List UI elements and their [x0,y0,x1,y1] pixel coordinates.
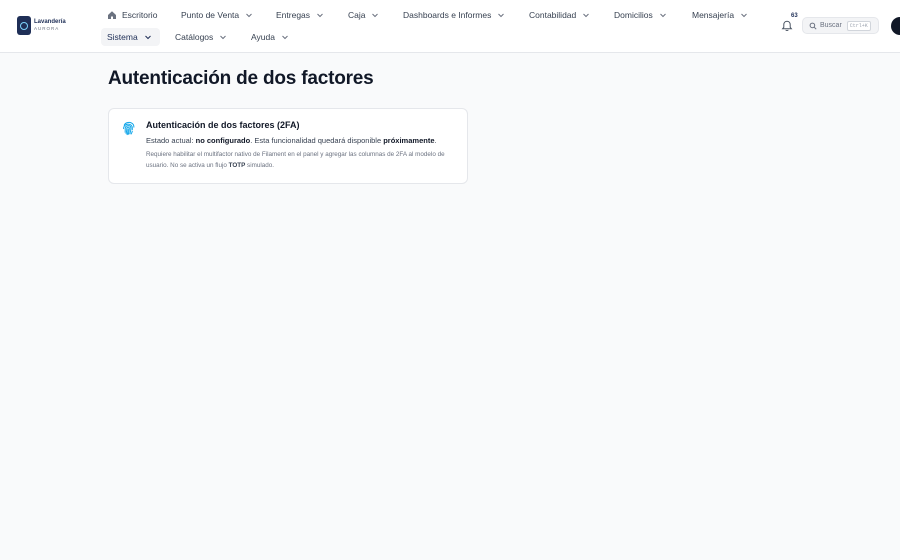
user-avatar[interactable] [891,17,900,35]
nav-item-catalogos[interactable]: Catálogos [175,28,227,46]
nav-label-ayuda: Ayuda [251,32,275,42]
page-title: Autenticación de dos factores [108,68,374,89]
search-icon [809,22,817,30]
chevron-down-icon [282,35,288,40]
brand-logo[interactable]: Lavandería AURORA [17,16,66,35]
nav-label-catalogos: Catálogos [175,32,214,42]
chevron-down-icon [317,13,323,18]
nav-label-dashboards: Dashboards e Informes [403,10,492,20]
nav-item-punto-de-venta[interactable]: Punto de Venta [181,6,253,24]
top-navigation-bar: Lavandería AURORA Escritorio Punto de Ve… [0,0,900,53]
status-text: Estado actual: no configurado. Esta func… [146,136,437,145]
nav-item-sistema[interactable]: Sistema [101,28,160,46]
nav-item-ayuda[interactable]: Ayuda [251,28,289,46]
status-end: . [434,136,437,145]
nav-label-punto-de-venta: Punto de Venta [181,10,240,20]
nav-label-entregas: Entregas [276,10,311,20]
nav-item-dashboards[interactable]: Dashboards e Informes [403,6,505,24]
nav-item-domicilios[interactable]: Domicilios [614,6,667,24]
logo-mark-icon [17,16,31,35]
two-factor-card: Autenticación de dos factores (2FA) Esta… [108,108,468,184]
nav-label-domicilios: Domicilios [614,10,653,20]
nav-item-entregas[interactable]: Entregas [276,6,324,24]
nav-item-caja[interactable]: Caja [348,6,379,24]
chevron-down-icon [372,13,379,18]
search-shortcut: Ctrl+K [846,20,871,31]
chevron-down-icon [498,13,505,18]
home-icon [108,11,116,19]
status-prefix: Estado actual: [146,136,196,145]
nav-label-caja: Caja [348,10,366,20]
chevron-down-icon [583,13,590,18]
chevron-down-icon [144,35,151,40]
nav-label-mensajeria: Mensajería [692,10,735,20]
note-end: simulado. [245,161,274,169]
chevron-down-icon [741,13,747,18]
chevron-down-icon [246,13,252,18]
help-note: Requiere habilitar el multifactor nativo… [146,150,458,171]
notification-badge: 63 [791,13,798,19]
brand-name: Lavandería [34,19,66,26]
status-value: no configurado [195,136,251,145]
chevron-down-icon [220,35,227,40]
nav-label-escritorio: Escritorio [122,10,158,20]
nav-item-mensajeria[interactable]: Mensajería [692,6,748,24]
nav-item-contabilidad[interactable]: Contabilidad [529,6,590,24]
nav-label-contabilidad: Contabilidad [529,10,577,20]
nav-item-escritorio[interactable]: Escritorio [107,6,157,24]
note-prefix: Requiere habilitar el multifactor nativo… [146,151,445,169]
nav-label-sistema: Sistema [107,32,138,42]
status-highlight: próximamente [383,136,435,145]
card-title: Autenticación de dos factores (2FA) [146,120,300,130]
status-middle: . Esta funcionalidad quedará disponible [250,136,384,145]
search-label: Buscar [820,22,842,29]
global-search[interactable]: Buscar Ctrl+K [802,17,879,34]
chevron-down-icon [659,13,666,18]
bell-icon[interactable] [781,20,793,32]
note-bold: TOTP [228,161,246,169]
brand-subtitle: AURORA [34,26,60,32]
fingerprint-icon [123,121,135,136]
